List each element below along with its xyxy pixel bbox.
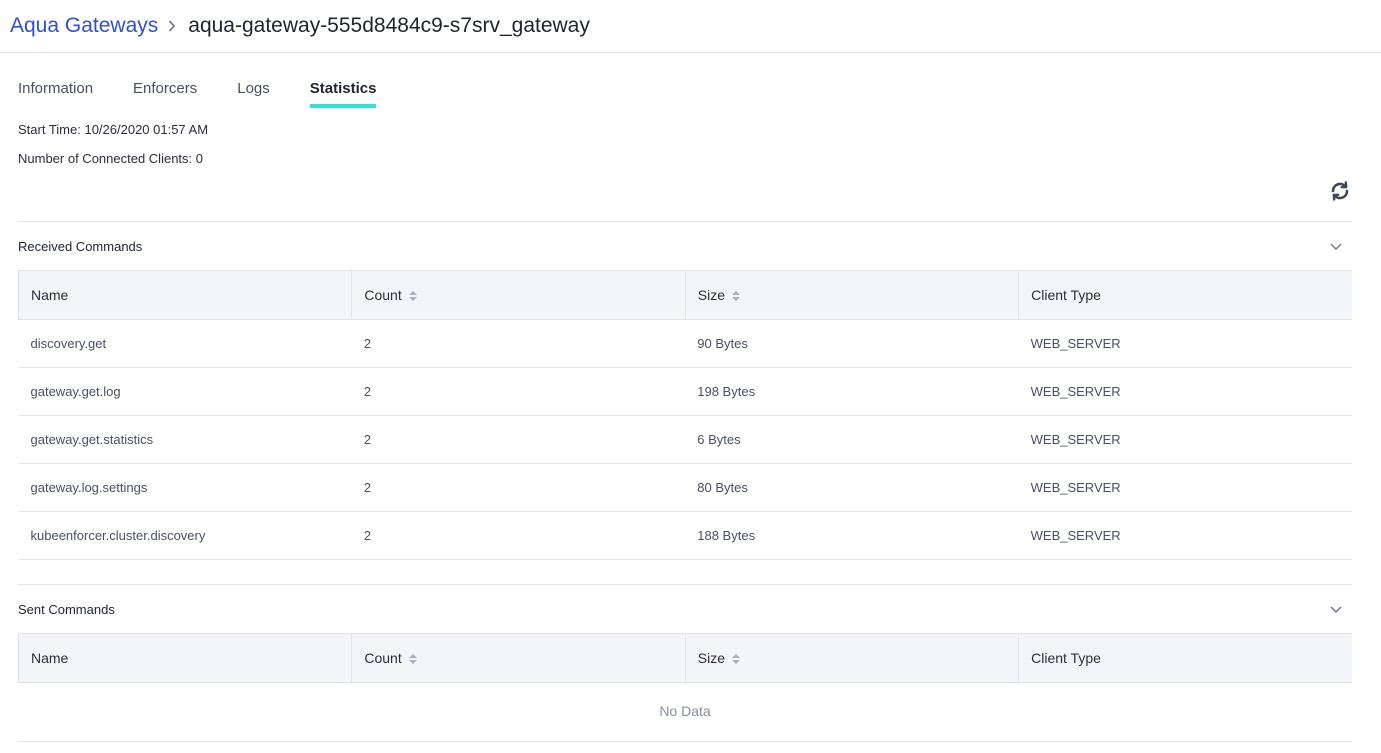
cell-size: 6 Bytes: [685, 415, 1019, 464]
breadcrumb: Aqua Gateways aqua-gateway-555d8484c9-s7…: [0, 0, 1381, 53]
refresh-button[interactable]: [1328, 179, 1354, 205]
cell-count: 2: [351, 319, 686, 368]
breadcrumb-aqua-gateways-link[interactable]: Aqua Gateways: [10, 14, 158, 38]
table-row: gateway.get.statistics 2 6 Bytes WEB_SER…: [18, 415, 1352, 464]
table-row: discovery.get 2 90 Bytes WEB_SERVER: [18, 319, 1352, 368]
sort-icon[interactable]: [731, 653, 741, 665]
cell-size: 80 Bytes: [685, 463, 1019, 512]
column-header-count[interactable]: Count: [351, 270, 686, 320]
start-time-text: Start Time: 10/26/2020 01:57 AM: [18, 122, 209, 137]
cell-client-type: WEB_SERVER: [1018, 319, 1352, 368]
column-header-name: Name: [17, 633, 352, 683]
column-header-size[interactable]: Size: [684, 633, 1019, 683]
cell-client-type: WEB_SERVER: [1018, 511, 1352, 560]
sent-commands-title: Sent Commands: [18, 602, 115, 617]
section-divider: [18, 221, 1352, 222]
connected-clients-text: Number of Connected Clients: 0: [18, 151, 203, 166]
table-row: kubeenforcer.cluster.discovery 2 188 Byt…: [18, 511, 1352, 560]
sort-icon[interactable]: [731, 290, 741, 302]
received-commands-table: Name Count Size Client Type discovery.ge…: [17, 270, 1352, 560]
chevron-down-icon: [1330, 243, 1342, 250]
tab-information[interactable]: Information: [18, 80, 93, 108]
tab-bar: Information Enforcers Logs Statistics: [18, 80, 416, 108]
sent-collapse-button[interactable]: [1329, 602, 1343, 616]
chevron-down-icon: [1330, 606, 1342, 613]
page-title: aqua-gateway-555d8484c9-s7srv_gateway: [188, 14, 590, 37]
section-divider: [18, 741, 1352, 742]
cell-name: kubeenforcer.cluster.discovery: [18, 511, 352, 560]
tab-logs[interactable]: Logs: [237, 80, 270, 108]
sent-commands-table: Name Count Size Client Type: [17, 633, 1352, 683]
table-header-row: Name Count Size Client Type: [17, 633, 1352, 683]
cell-count: 2: [351, 415, 686, 464]
tab-statistics[interactable]: Statistics: [309, 80, 376, 108]
cell-client-type: WEB_SERVER: [1018, 367, 1352, 416]
table-row: gateway.get.log 2 198 Bytes WEB_SERVER: [18, 367, 1352, 416]
column-header-client-type: Client Type: [1018, 633, 1352, 683]
cell-name: gateway.get.statistics: [18, 415, 352, 464]
section-divider: [18, 584, 1352, 585]
tab-enforcers[interactable]: Enforcers: [133, 80, 197, 108]
column-header-name: Name: [17, 270, 352, 320]
cell-client-type: WEB_SERVER: [1018, 463, 1352, 512]
sort-icon[interactable]: [408, 653, 418, 665]
cell-name: gateway.log.settings: [18, 463, 352, 512]
column-header-client-type: Client Type: [1018, 270, 1352, 320]
cell-size: 188 Bytes: [685, 511, 1019, 560]
chevron-right-icon: [168, 16, 176, 37]
received-commands-title: Received Commands: [18, 239, 143, 254]
cell-name: gateway.get.log: [18, 367, 352, 416]
no-data-text: No Data: [659, 703, 711, 719]
received-collapse-button[interactable]: [1329, 239, 1343, 253]
cell-count: 2: [351, 511, 686, 560]
cell-name: discovery.get: [18, 319, 352, 368]
table-row: gateway.log.settings 2 80 Bytes WEB_SERV…: [18, 463, 1352, 512]
cell-size: 90 Bytes: [685, 319, 1019, 368]
column-header-count[interactable]: Count: [351, 633, 686, 683]
column-header-size[interactable]: Size: [684, 270, 1019, 320]
table-header-row: Name Count Size Client Type: [17, 270, 1352, 320]
refresh-icon: [1331, 181, 1349, 201]
sort-icon[interactable]: [408, 290, 418, 302]
cell-client-type: WEB_SERVER: [1018, 415, 1352, 464]
cell-size: 198 Bytes: [685, 367, 1019, 416]
cell-count: 2: [351, 367, 686, 416]
cell-count: 2: [351, 463, 686, 512]
